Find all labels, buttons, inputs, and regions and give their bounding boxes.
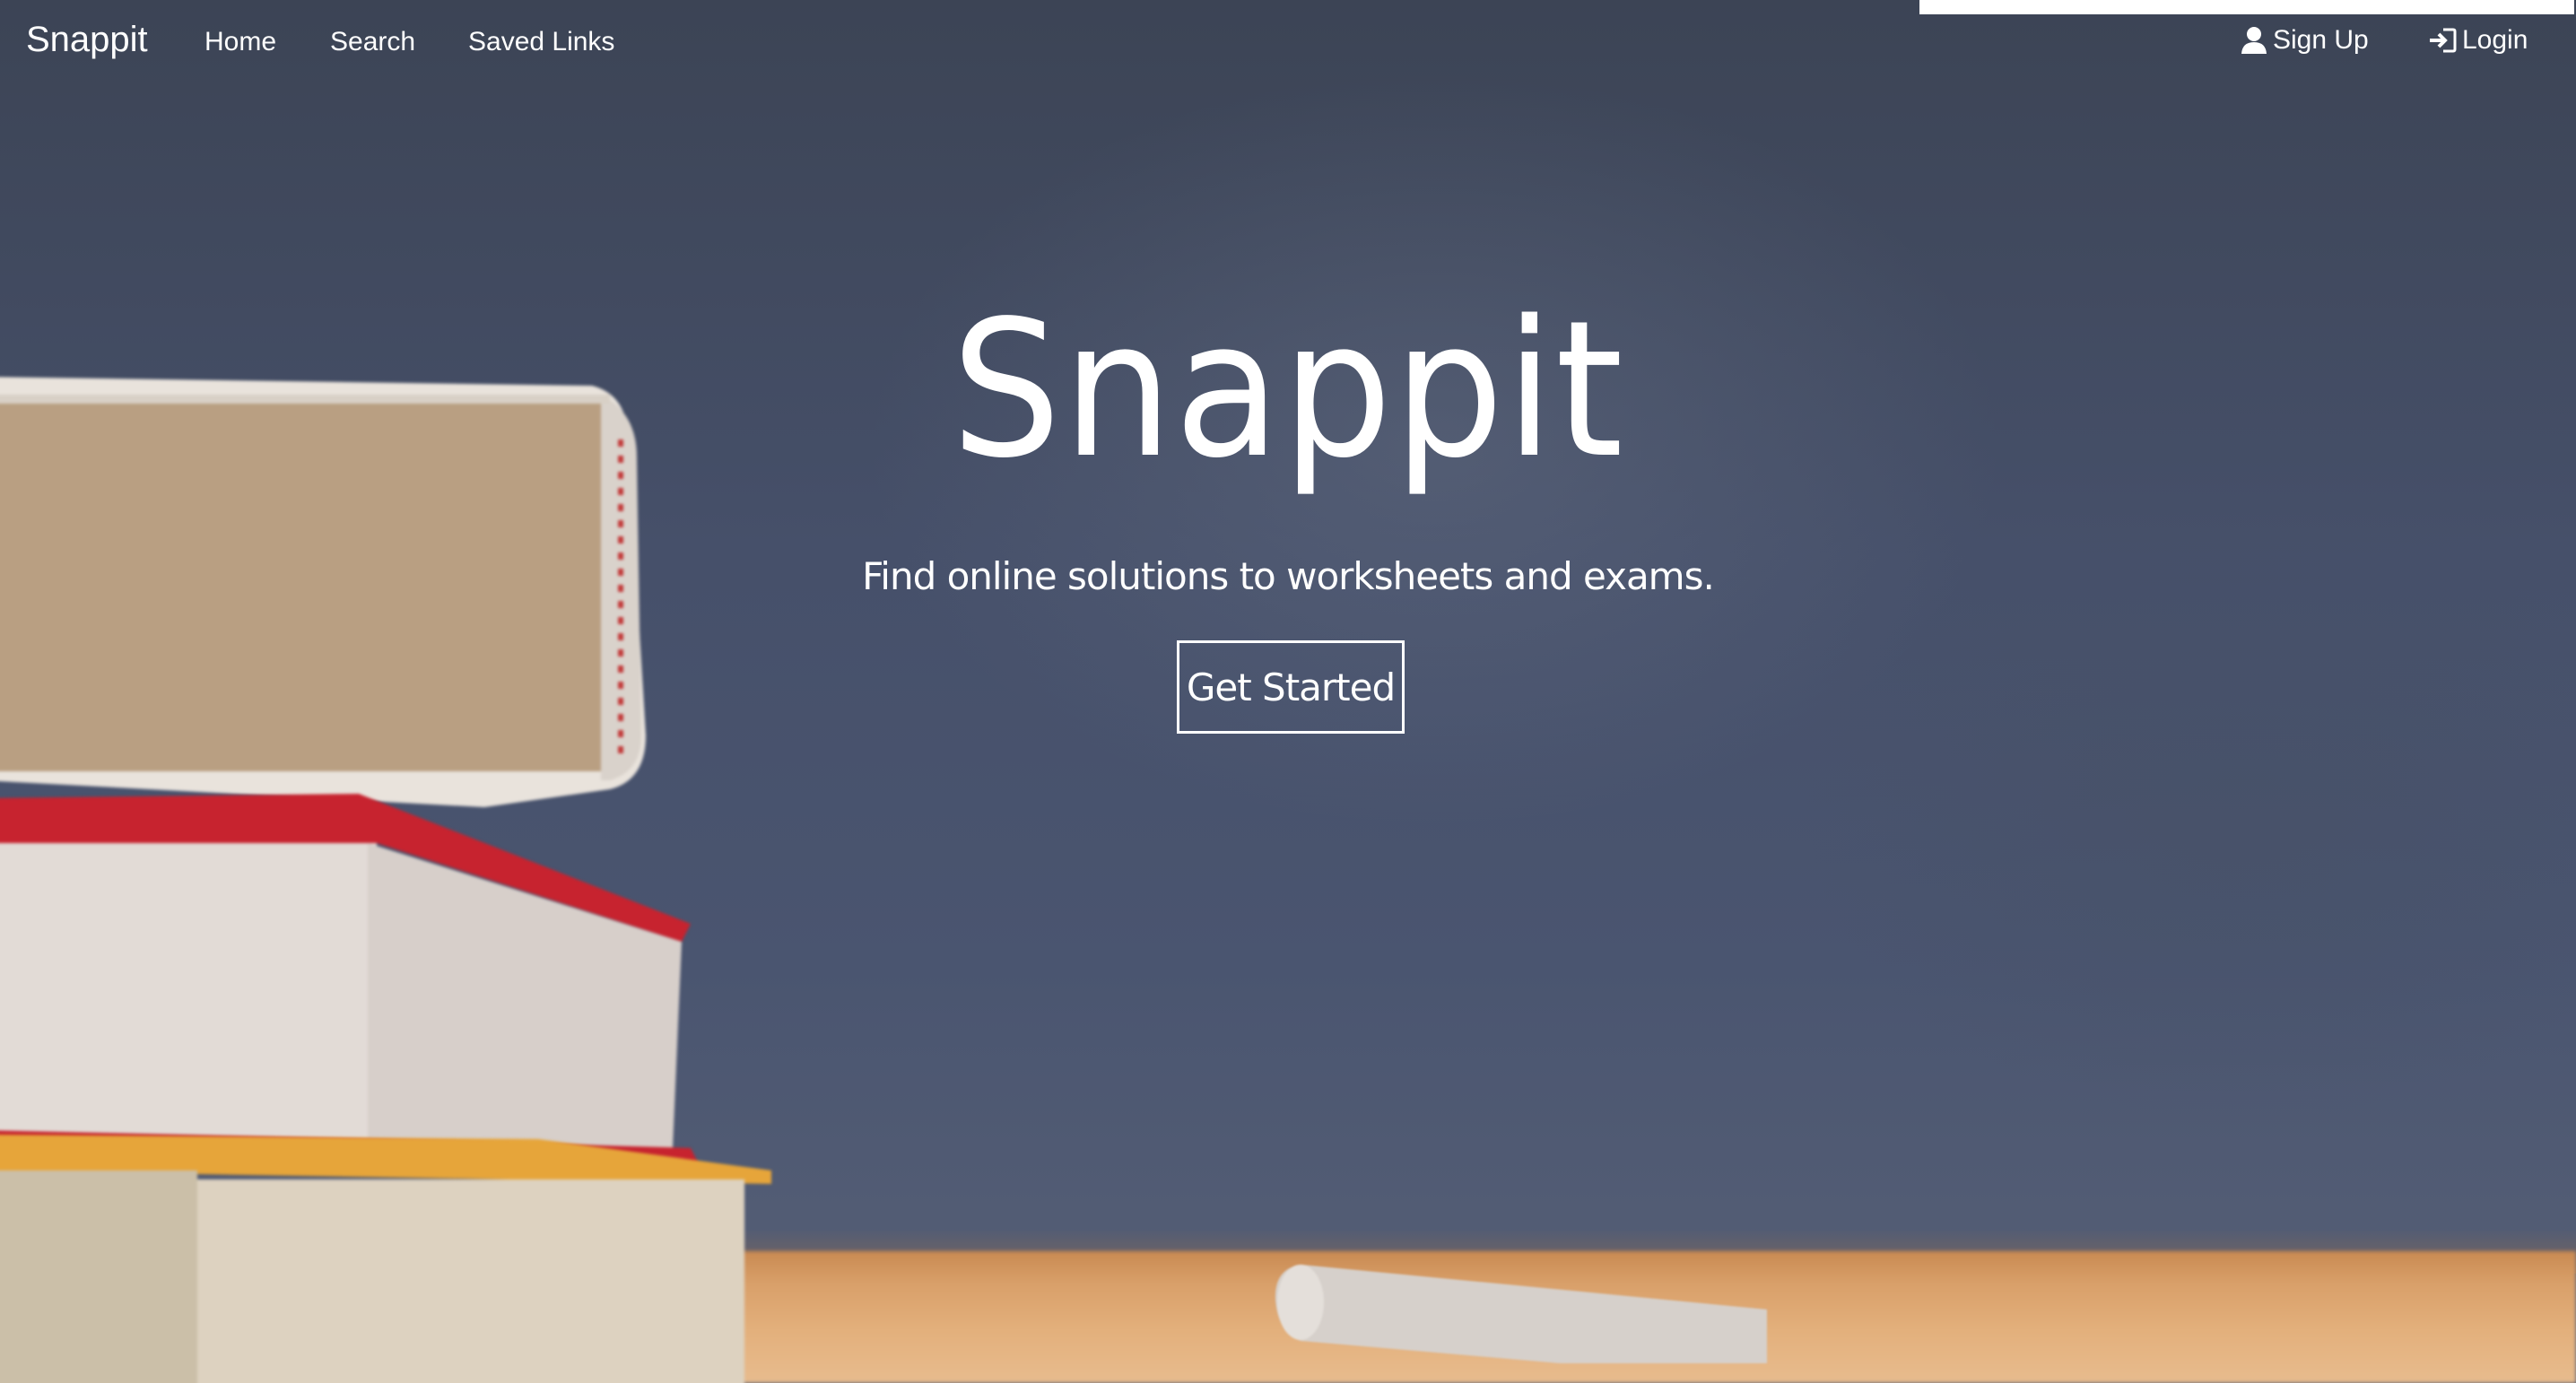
signup-link[interactable]: Sign Up	[2241, 25, 2369, 56]
hero-subtitle: Find online solutions to worksheets and …	[862, 554, 1715, 598]
nav-home[interactable]: Home	[205, 27, 276, 57]
signup-label: Sign Up	[2273, 25, 2369, 55]
chalk-image	[1275, 1265, 1767, 1363]
nav-search[interactable]: Search	[330, 27, 415, 57]
landing-page: Snappit Home Search Saved Links Sign Up …	[0, 0, 2576, 1383]
login-label: Login	[2462, 25, 2528, 55]
nav-saved-links[interactable]: Saved Links	[468, 27, 614, 57]
navbar: Snappit Home Search Saved Links Sign Up …	[0, 0, 2576, 85]
top-white-bar	[1919, 0, 2574, 14]
bottom-book-image	[0, 1135, 771, 1383]
brand-link[interactable]: Snappit	[26, 20, 148, 60]
login-link[interactable]: Login	[2428, 25, 2528, 56]
middle-book-image	[0, 794, 700, 1166]
user-icon	[2241, 27, 2267, 54]
login-icon	[2430, 28, 2457, 53]
get-started-button[interactable]: Get Started	[1177, 640, 1405, 734]
hero-title: Snappit	[951, 280, 1625, 500]
